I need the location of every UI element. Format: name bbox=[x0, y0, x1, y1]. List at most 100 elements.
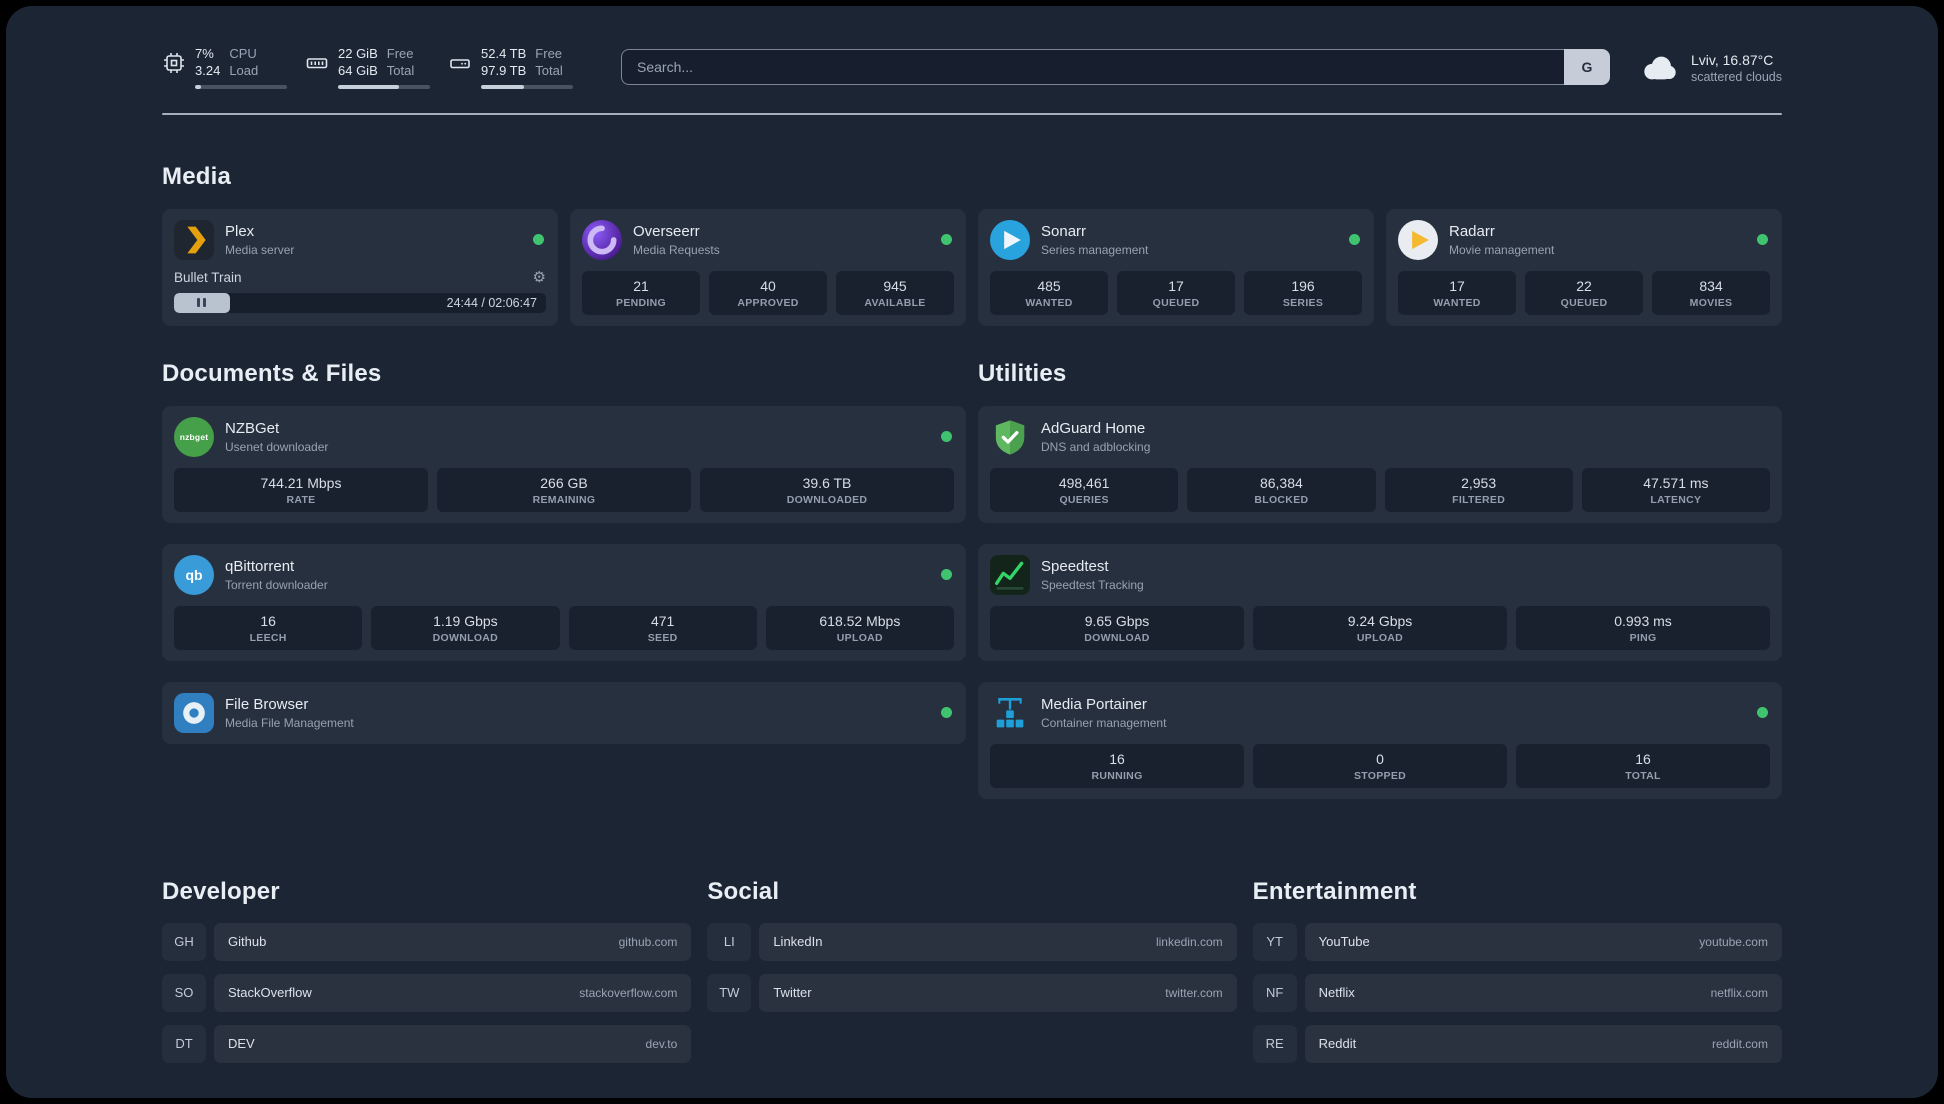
gear-icon[interactable]: ⚙ bbox=[533, 270, 546, 285]
service-title: Radarr bbox=[1449, 222, 1495, 240]
stat-queries: 498,461 QUERIES bbox=[990, 467, 1179, 512]
bookmark-link[interactable]: StackOverflow stackoverflow.com bbox=[214, 973, 692, 1012]
stat-queued: 22 QUEUED bbox=[1525, 270, 1643, 315]
service-title: Plex bbox=[225, 222, 255, 240]
bookmark-link[interactable]: Github github.com bbox=[214, 922, 692, 961]
stat-queued: 17 QUEUED bbox=[1117, 270, 1235, 315]
service-subtitle: Torrent downloader bbox=[225, 577, 328, 592]
service-card-nzbget[interactable]: nzbget NZBGet Usenet downloader 744.21 M… bbox=[162, 405, 966, 523]
stat-available: 945 AVAILABLE bbox=[836, 270, 954, 315]
plex-now-playing: Bullet Train ⚙ 24:44 / 02:06:47 bbox=[174, 270, 546, 313]
status-dot bbox=[941, 431, 952, 443]
disk-total-value: 97.9 TB bbox=[481, 62, 527, 78]
bookmark-link[interactable]: Reddit reddit.com bbox=[1304, 1024, 1782, 1063]
stat-wanted: 17 WANTED bbox=[1398, 270, 1516, 315]
playback-time: 24:44 / 02:06:47 bbox=[446, 295, 537, 310]
section-header-documents: Documents & Files bbox=[162, 359, 382, 387]
section-header-developer: Developer bbox=[162, 877, 280, 905]
service-card-overseerr[interactable]: Overseerr Media Requests 21 PENDING 40 A… bbox=[570, 208, 966, 326]
stat-pending: 21 PENDING bbox=[582, 270, 700, 315]
service-card-radarr[interactable]: Radarr Movie management 17 WANTED 22 QUE… bbox=[1386, 208, 1782, 326]
service-subtitle: Media server bbox=[225, 242, 295, 257]
service-subtitle: Series management bbox=[1041, 242, 1149, 257]
bookmark-abbr: NF bbox=[1252, 973, 1297, 1012]
stat-series: 196 SERIES bbox=[1244, 270, 1362, 315]
disk-free-value: 52.4 TB bbox=[481, 46, 527, 61]
stat-stopped: 0 STOPPED bbox=[1253, 743, 1507, 788]
stat-remaining: 266 GB REMAINING bbox=[437, 467, 691, 512]
stat-download: 9.65 Gbps DOWNLOAD bbox=[990, 605, 1244, 650]
bookmark-link[interactable]: YouTube youtube.com bbox=[1304, 922, 1782, 961]
bookmark-stackoverflow: SO StackOverflow stackoverflow.com bbox=[162, 973, 692, 1012]
bookmark-netflix: NF Netflix netflix.com bbox=[1252, 973, 1782, 1012]
bookmark-link[interactable]: Twitter twitter.com bbox=[759, 973, 1237, 1012]
search-bar: G bbox=[621, 49, 1610, 86]
disk-widget: 52.4 TB 97.9 TB Free Total bbox=[448, 46, 573, 89]
status-dot bbox=[941, 707, 952, 719]
bookmark-abbr: GH bbox=[162, 922, 206, 961]
cpu-percent: 7% bbox=[195, 46, 214, 61]
bookmark-abbr: SO bbox=[162, 973, 206, 1012]
service-subtitle: Media Requests bbox=[633, 242, 720, 257]
bookmark-abbr: DT bbox=[162, 1024, 206, 1063]
stat-upload: 9.24 Gbps UPLOAD bbox=[1253, 605, 1507, 650]
stat-downloaded: 39.6 TB DOWNLOADED bbox=[700, 467, 954, 512]
service-card-qbittorrent[interactable]: qb qBittorrent Torrent downloader 16 LEE… bbox=[162, 543, 966, 661]
stat-total: 16 TOTAL bbox=[1516, 743, 1770, 788]
playback-progress-fill bbox=[174, 292, 230, 313]
weather-location: Lviv, 16.87°C bbox=[1690, 51, 1774, 68]
bookmark-link[interactable]: Netflix netflix.com bbox=[1304, 973, 1782, 1012]
playback-progress-bar[interactable]: 24:44 / 02:06:47 bbox=[174, 292, 546, 313]
service-card-plex[interactable]: Plex Media server Bullet Train ⚙ 24:44 /… bbox=[162, 208, 558, 326]
cloud-icon bbox=[1638, 50, 1680, 84]
utilities-column: Utilities AdGuard Home DNS and adblockin… bbox=[978, 360, 1782, 820]
bookmarks-social: Social LI LinkedIn linkedin.com TW Twitt… bbox=[707, 878, 1237, 1076]
service-card-portainer[interactable]: Media Portainer Container management 16 … bbox=[978, 681, 1782, 799]
memory-free-value: 22 GiB bbox=[338, 46, 378, 61]
service-subtitle: Usenet downloader bbox=[225, 439, 329, 454]
service-title: Sonarr bbox=[1041, 222, 1087, 240]
nzbget-icon: nzbget bbox=[174, 416, 214, 457]
memory-label-top: Free bbox=[386, 46, 414, 61]
service-card-filebrowser[interactable]: File Browser Media File Management bbox=[162, 681, 966, 744]
weather-widget[interactable]: Lviv, 16.87°C scattered clouds bbox=[1638, 50, 1782, 84]
memory-label-bottom: Total bbox=[386, 62, 415, 78]
section-header-utilities: Utilities bbox=[978, 359, 1067, 387]
disk-progress-fill bbox=[481, 84, 525, 89]
plex-icon bbox=[174, 219, 214, 260]
service-card-sonarr[interactable]: Sonarr Series management 485 WANTED 17 Q… bbox=[978, 208, 1374, 326]
topbar-divider bbox=[162, 112, 1782, 115]
stat-movies: 834 MOVIES bbox=[1652, 270, 1770, 315]
bookmark-link[interactable]: DEV dev.to bbox=[214, 1024, 692, 1063]
status-dot bbox=[941, 234, 952, 246]
service-subtitle: Movie management bbox=[1449, 242, 1555, 257]
topbar: 7% 3.24 CPU Load 22 GiB 64 GiB Free Tota… bbox=[162, 46, 1782, 89]
bookmark-abbr: YT bbox=[1252, 922, 1297, 961]
bookmark-linkedin: LI LinkedIn linkedin.com bbox=[707, 922, 1237, 961]
service-card-adguard[interactable]: AdGuard Home DNS and adblocking 498,461 … bbox=[978, 405, 1782, 523]
status-dot bbox=[941, 569, 952, 581]
radarr-icon bbox=[1398, 219, 1438, 260]
search-input[interactable] bbox=[621, 49, 1564, 86]
service-subtitle: Container management bbox=[1041, 715, 1167, 730]
search-engine-button[interactable]: G bbox=[1563, 49, 1610, 86]
service-card-speedtest[interactable]: Speedtest Speedtest Tracking 9.65 Gbps D… bbox=[978, 543, 1782, 661]
service-title: AdGuard Home bbox=[1041, 419, 1146, 437]
status-dot bbox=[533, 234, 544, 246]
adguard-icon bbox=[990, 417, 1030, 457]
bookmark-link[interactable]: LinkedIn linkedin.com bbox=[759, 922, 1237, 961]
bookmark-github: GH Github github.com bbox=[162, 922, 692, 961]
memory-icon bbox=[305, 51, 329, 75]
bookmark-abbr: TW bbox=[707, 973, 752, 1012]
cpu-progress-track bbox=[195, 84, 287, 89]
cpu-label-bottom: Load bbox=[229, 62, 259, 78]
stat-seed: 471 SEED bbox=[568, 605, 757, 650]
cpu-label-top: CPU bbox=[229, 46, 257, 61]
overseerr-icon bbox=[582, 219, 622, 260]
bookmark-twitter: TW Twitter twitter.com bbox=[707, 973, 1237, 1012]
stat-approved: 40 APPROVED bbox=[709, 270, 827, 315]
weather-condition: scattered clouds bbox=[1690, 69, 1782, 84]
portainer-icon bbox=[990, 693, 1030, 733]
stat-wanted: 485 WANTED bbox=[990, 270, 1108, 315]
media-row: Plex Media server Bullet Train ⚙ 24:44 /… bbox=[162, 208, 1782, 326]
